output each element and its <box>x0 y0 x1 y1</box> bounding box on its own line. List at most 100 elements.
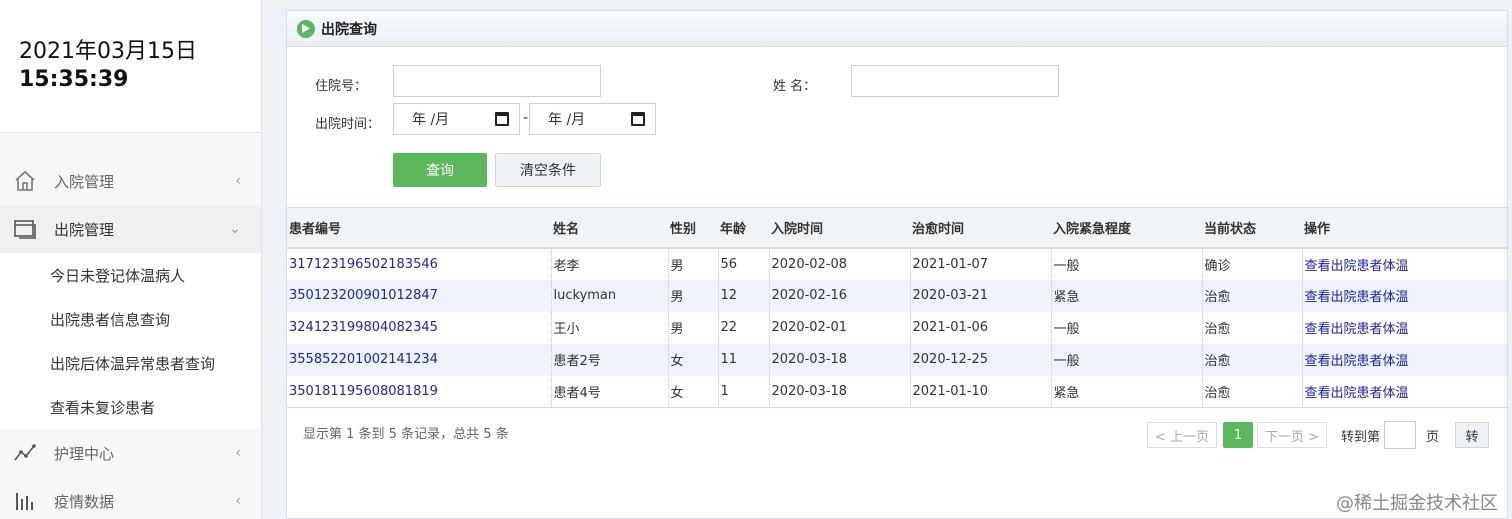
patient-id-cell[interactable]: 317123196502183546 <box>287 248 551 280</box>
admission-no-label: 住院号： <box>315 79 368 94</box>
cure-time-cell: 2021-01-06 <box>909 311 1051 344</box>
gender-cell: 女 <box>667 343 718 376</box>
admission-no-input[interactable] <box>393 65 601 97</box>
view-temperature-link[interactable]: 查看出院患者体温 <box>1301 375 1507 408</box>
discharge-submenu: 今日未登记体温病人 出院患者信息查询 出院后体温异常患者查询 查看未复诊患者 <box>0 253 261 429</box>
next-page-button[interactable]: 下一页 > <box>1257 422 1327 448</box>
sub-item-no-followup[interactable]: 查看未复诊患者 <box>0 385 261 429</box>
gender-cell: 男 <box>667 247 718 280</box>
date-to-value: 年 /月 <box>548 112 586 128</box>
col-header-status[interactable]: 当前状态 <box>1202 208 1302 248</box>
sub-item-abnormal-temp[interactable]: 出院后体温异常患者查询 <box>0 341 261 385</box>
admission-time-cell: 2020-02-08 <box>768 247 910 280</box>
goto-page-input[interactable] <box>1384 421 1417 449</box>
nav-admission[interactable]: 入院管理 ‹ <box>0 157 261 205</box>
cure-time-cell: 2021-01-07 <box>909 247 1051 280</box>
discharge-query-panel: 出院查询 住院号： 姓 名： 出院时间： 年 /月 - 年 /月 查询 清空条件… <box>286 10 1508 519</box>
status-cell: 治愈 <box>1201 375 1302 408</box>
gender-cell: 男 <box>667 279 718 312</box>
cure-time-cell: 2020-03-21 <box>909 279 1051 312</box>
name-cell: 王小 <box>550 311 668 344</box>
play-icon <box>297 19 315 38</box>
admission-time-cell: 2020-02-01 <box>768 311 910 344</box>
urgency-cell: 一般 <box>1050 311 1202 344</box>
date-from-input[interactable]: 年 /月 <box>393 103 520 135</box>
admission-time-cell: 2020-03-18 <box>768 375 910 408</box>
urgency-cell: 一般 <box>1050 343 1202 376</box>
col-header-patient-id[interactable]: 患者编号 <box>287 208 551 248</box>
clock-date: 2021年03月15日 <box>19 39 197 64</box>
nav-epidemic[interactable]: 疫情数据 ‹ <box>0 477 261 519</box>
age-cell: 11 <box>717 343 769 376</box>
goto-page-label: 转到第 <box>1341 429 1381 445</box>
cure-time-cell: 2021-01-10 <box>909 375 1051 408</box>
nav-nursing-label: 护理中心 <box>54 444 115 463</box>
clock-time: 15:35:39 <box>19 67 129 92</box>
age-cell: 1 <box>717 375 769 408</box>
patient-id-cell[interactable]: 355852201002141234 <box>287 344 551 376</box>
table-header-row: 患者编号 姓名 性别 年龄 入院时间 治愈时间 入院紧急程度 当前状态 操作 <box>287 207 1507 248</box>
prev-page-button[interactable]: < 上一页 <box>1147 422 1217 448</box>
date-from-value: 年 /月 <box>412 112 450 128</box>
bar-chart-icon <box>12 488 38 514</box>
patient-table: 患者编号 姓名 性别 年龄 入院时间 治愈时间 入院紧急程度 当前状态 操作 3… <box>287 207 1507 408</box>
gender-cell: 男 <box>667 311 718 344</box>
urgency-cell: 紧急 <box>1050 375 1202 408</box>
status-cell: 治愈 <box>1201 343 1302 376</box>
name-cell: 老李 <box>550 247 668 280</box>
age-cell: 56 <box>717 247 769 280</box>
sub-item-today-unregistered[interactable]: 今日未登记体温病人 <box>0 253 261 297</box>
name-cell: luckyman <box>550 279 668 312</box>
nav-admission-label: 入院管理 <box>54 172 115 191</box>
table-row: 324123199804082345 王小 男 22 2020-02-01 20… <box>287 311 1507 344</box>
status-cell: 治愈 <box>1201 311 1302 344</box>
gender-cell: 女 <box>667 375 718 408</box>
sub-item-patient-info[interactable]: 出院患者信息查询 <box>0 297 261 341</box>
nav-discharge-label: 出院管理 <box>54 220 115 239</box>
calendar-icon[interactable] <box>631 112 645 126</box>
record-count-info: 显示第 1 条到 5 条记录，总共 5 条 <box>303 427 509 442</box>
table-row: 350181195608081819 患者4号 女 1 2020-03-18 2… <box>287 375 1507 408</box>
home-icon <box>12 168 38 194</box>
calendar-icon[interactable] <box>495 112 509 126</box>
goto-page-button[interactable]: 转 <box>1455 422 1490 448</box>
nav-discharge[interactable]: 出院管理 ⌄ <box>0 205 261 253</box>
current-page-button[interactable]: 1 <box>1223 422 1253 448</box>
sidebar: 2021年03月15日 15:35:39 入院管理 ‹ 出院管理 ⌄ 今日未登记… <box>0 0 262 519</box>
urgency-cell: 紧急 <box>1050 279 1202 312</box>
query-button[interactable]: 查询 <box>393 153 487 187</box>
col-header-cure-time[interactable]: 治愈时间 <box>910 208 1051 248</box>
name-input[interactable] <box>851 65 1059 97</box>
patient-id-cell[interactable]: 350181195608081819 <box>287 376 551 408</box>
chevron-left-icon: ‹ <box>235 493 241 509</box>
view-temperature-link[interactable]: 查看出院患者体温 <box>1301 343 1507 376</box>
status-cell: 治愈 <box>1201 279 1302 312</box>
nav-epidemic-label: 疫情数据 <box>54 492 115 511</box>
window-icon <box>12 216 38 242</box>
col-header-action: 操作 <box>1304 221 1331 237</box>
table-row: 355852201002141234 患者2号 女 11 2020-03-18 … <box>287 343 1507 376</box>
view-temperature-link[interactable]: 查看出院患者体温 <box>1301 247 1507 280</box>
col-header-urgency[interactable]: 入院紧急程度 <box>1051 208 1202 248</box>
view-temperature-link[interactable]: 查看出院患者体温 <box>1301 279 1507 312</box>
patient-id-cell[interactable]: 350123200901012847 <box>287 280 551 312</box>
view-temperature-link[interactable]: 查看出院患者体温 <box>1301 311 1507 344</box>
col-header-admission-time[interactable]: 入院时间 <box>769 208 910 248</box>
clear-conditions-button[interactable]: 清空条件 <box>495 153 601 187</box>
col-header-name[interactable]: 姓名 <box>551 208 668 248</box>
date-to-input[interactable]: 年 /月 <box>529 103 656 135</box>
age-cell: 22 <box>717 311 769 344</box>
clock: 2021年03月15日 15:35:39 <box>0 0 261 133</box>
panel-header: 出院查询 <box>287 11 1507 47</box>
col-header-gender[interactable]: 性别 <box>668 208 718 248</box>
date-range-separator: - <box>523 110 529 126</box>
patient-id-cell[interactable]: 324123199804082345 <box>287 312 551 344</box>
cure-time-cell: 2020-12-25 <box>909 343 1051 376</box>
col-header-age[interactable]: 年龄 <box>718 208 769 248</box>
chevron-left-icon: ‹ <box>235 445 241 461</box>
age-cell: 12 <box>717 279 769 312</box>
nav-nursing[interactable]: 护理中心 ‹ <box>0 429 261 477</box>
table-row: 350123200901012847 luckyman 男 12 2020-02… <box>287 279 1507 312</box>
line-chart-icon <box>12 440 38 466</box>
urgency-cell: 一般 <box>1050 247 1202 280</box>
